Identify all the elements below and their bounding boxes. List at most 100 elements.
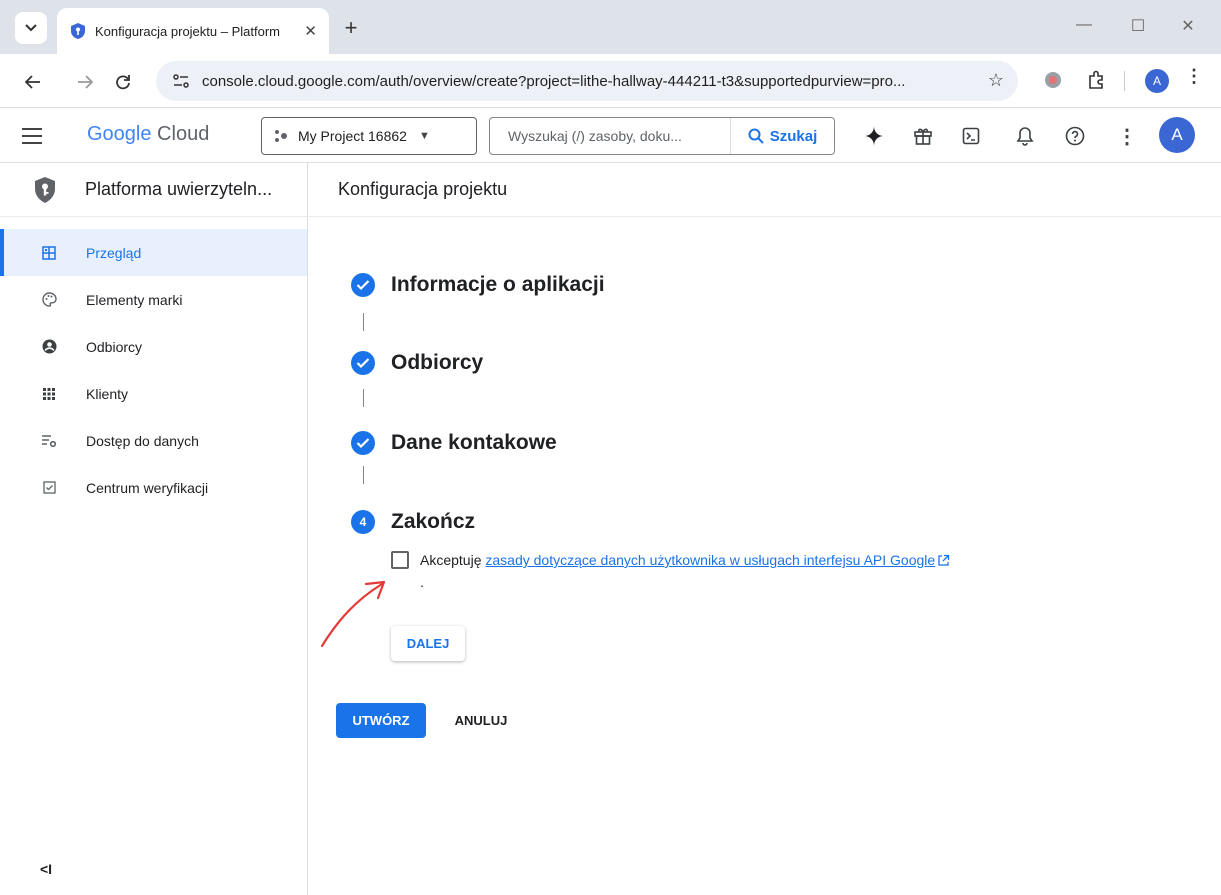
sidebar-item-label: Odbiorcy: [86, 338, 143, 355]
back-button[interactable]: [20, 69, 46, 95]
browser-tab-bar: Konfiguracja projektu – Platform ✕ + — ☐…: [0, 0, 1221, 54]
step-4: 4 Zakończ: [351, 510, 475, 534]
sidebar-item-przeglad[interactable]: Przegląd: [0, 229, 307, 276]
dashboard-icon: [41, 245, 57, 261]
search-input[interactable]: [490, 128, 728, 144]
cancel-button[interactable]: ANULUJ: [440, 703, 522, 738]
gift-icon[interactable]: [910, 123, 936, 149]
browser-profile-avatar[interactable]: A: [1145, 69, 1169, 93]
sidebar-item-odbiorcy[interactable]: Odbiorcy: [0, 323, 307, 370]
window-close-button[interactable]: ✕: [1168, 16, 1208, 36]
sidebar-item-label: Elementy marki: [86, 291, 183, 308]
sidebar: Platforma uwierzyteln... Przegląd Elemen…: [0, 163, 308, 895]
sidebar-item-klienty[interactable]: Klienty: [0, 370, 307, 417]
hamburger-menu-icon[interactable]: [22, 128, 42, 144]
create-button[interactable]: UTWÓRZ: [336, 703, 426, 738]
reload-button[interactable]: [110, 69, 136, 95]
project-hierarchy-icon: [275, 130, 287, 142]
tab-title: Konfiguracja projektu – Platform: [95, 23, 280, 39]
sidebar-item-dostep-do-danych[interactable]: Dostęp do danych: [0, 417, 307, 464]
search-button-label: Szukaj: [769, 127, 818, 145]
account-circle-icon: [41, 339, 57, 355]
browser-toolbar: console.cloud.google.com/auth/overview/c…: [0, 54, 1221, 108]
minimize-button[interactable]: —: [1064, 16, 1104, 34]
address-bar[interactable]: console.cloud.google.com/auth/overview/c…: [156, 61, 1018, 101]
forward-button[interactable]: [72, 69, 98, 95]
check-circle-icon: [351, 351, 375, 375]
project-picker[interactable]: My Project 16862 ▼: [261, 117, 477, 155]
site-info-icon[interactable]: [170, 70, 192, 92]
palette-icon: [41, 292, 57, 308]
sidebar-item-label: Przegląd: [86, 244, 142, 261]
logo-cloud: Cloud: [151, 123, 210, 145]
close-icon[interactable]: ✕: [304, 22, 317, 40]
open-in-new-icon: [938, 554, 950, 566]
arrow-left-icon: [25, 75, 40, 89]
browser-tab[interactable]: Konfiguracja projektu – Platform ✕: [57, 8, 329, 54]
apps-grid-icon: [41, 386, 57, 402]
logo-google: Google: [87, 123, 152, 145]
consent-suffix: .: [420, 574, 424, 590]
extension-icon[interactable]: [1043, 70, 1063, 90]
search-bar: Szukaj: [489, 117, 835, 155]
arrow-right-icon: [78, 75, 93, 89]
collapse-sidebar-button[interactable]: <I: [40, 861, 52, 877]
reload-icon: [116, 75, 130, 90]
url-text: console.cloud.google.com/auth/overview/c…: [202, 72, 906, 90]
caret-down-icon: ▼: [418, 130, 430, 142]
cloud-shell-icon[interactable]: [958, 123, 984, 149]
help-icon[interactable]: [1062, 123, 1088, 149]
cloud-top-bar: Google Cloud My Project 16862 ▼ Szukaj ⋮…: [0, 109, 1221, 163]
sidebar-item-label: Klienty: [86, 385, 129, 402]
step-1: Informacje o aplikacji: [351, 273, 605, 297]
gemini-sparkle-icon[interactable]: [861, 123, 887, 149]
step-number: 4: [351, 510, 375, 534]
puzzle-extensions-icon[interactable]: [1086, 70, 1106, 90]
maximize-button[interactable]: ☐: [1118, 16, 1158, 36]
search-icon: [748, 128, 764, 144]
step-title: Informacje o aplikacji: [391, 273, 605, 296]
consent-text: Akceptuję zasady dotyczące danych użytko…: [420, 549, 951, 593]
step-title: Dane kontakowe: [391, 431, 557, 454]
consent-row: Akceptuję zasady dotyczące danych użytko…: [391, 549, 951, 593]
next-button[interactable]: DALEJ: [391, 626, 465, 661]
chevron-down-icon: [25, 24, 37, 32]
search-button[interactable]: Szukaj: [730, 118, 834, 154]
sidebar-item-label: Dostęp do danych: [86, 432, 199, 449]
tab-search-button[interactable]: [15, 12, 47, 44]
policy-link-text: zasady dotyczące danych użytkownika w us…: [485, 552, 936, 568]
step-connector: [363, 313, 364, 331]
new-tab-button[interactable]: +: [337, 14, 365, 42]
project-name: My Project 16862: [298, 128, 407, 144]
toolbar-divider: [1124, 71, 1125, 91]
google-cloud-logo[interactable]: Google Cloud: [87, 123, 209, 146]
page-title: Konfiguracja projektu: [309, 163, 1221, 217]
account-avatar[interactable]: A: [1159, 117, 1195, 153]
bookmark-star-icon[interactable]: ☆: [988, 70, 1004, 91]
bell-icon[interactable]: [1012, 123, 1038, 149]
sidebar-item-label: Centrum weryfikacji: [86, 479, 209, 496]
consent-checkbox[interactable]: [391, 551, 409, 569]
data-settings-icon: [41, 433, 57, 449]
more-vert-icon[interactable]: ⋮: [1114, 123, 1140, 149]
consent-prefix: Akceptuję: [420, 552, 486, 568]
step-title: Zakończ: [391, 510, 476, 533]
checkbox-icon: [41, 480, 57, 496]
step-connector: [363, 389, 364, 407]
check-circle-icon: [351, 273, 375, 297]
sidebar-item-elementy-marki[interactable]: Elementy marki: [0, 276, 307, 323]
sidebar-item-centrum-weryfikacji[interactable]: Centrum weryfikacji: [0, 464, 307, 511]
annotation-arrow-icon: [320, 580, 386, 648]
sidebar-header: Platforma uwierzyteln...: [0, 163, 307, 217]
sidebar-title: Platforma uwierzyteln...: [85, 179, 273, 199]
shield-key-icon: [35, 176, 55, 203]
step-2: Odbiorcy: [351, 351, 483, 375]
policy-link[interactable]: zasady dotyczące danych użytkownika w us…: [485, 552, 950, 568]
shield-key-icon: [71, 23, 85, 39]
step-title: Odbiorcy: [391, 351, 484, 374]
check-circle-icon: [351, 431, 375, 455]
step-3: Dane kontakowe: [351, 431, 557, 455]
sidebar-nav: Przegląd Elementy marki Odbiorcy Klienty…: [0, 217, 307, 511]
step-connector: [363, 466, 364, 484]
chrome-menu-icon[interactable]: ⋮: [1184, 66, 1204, 87]
